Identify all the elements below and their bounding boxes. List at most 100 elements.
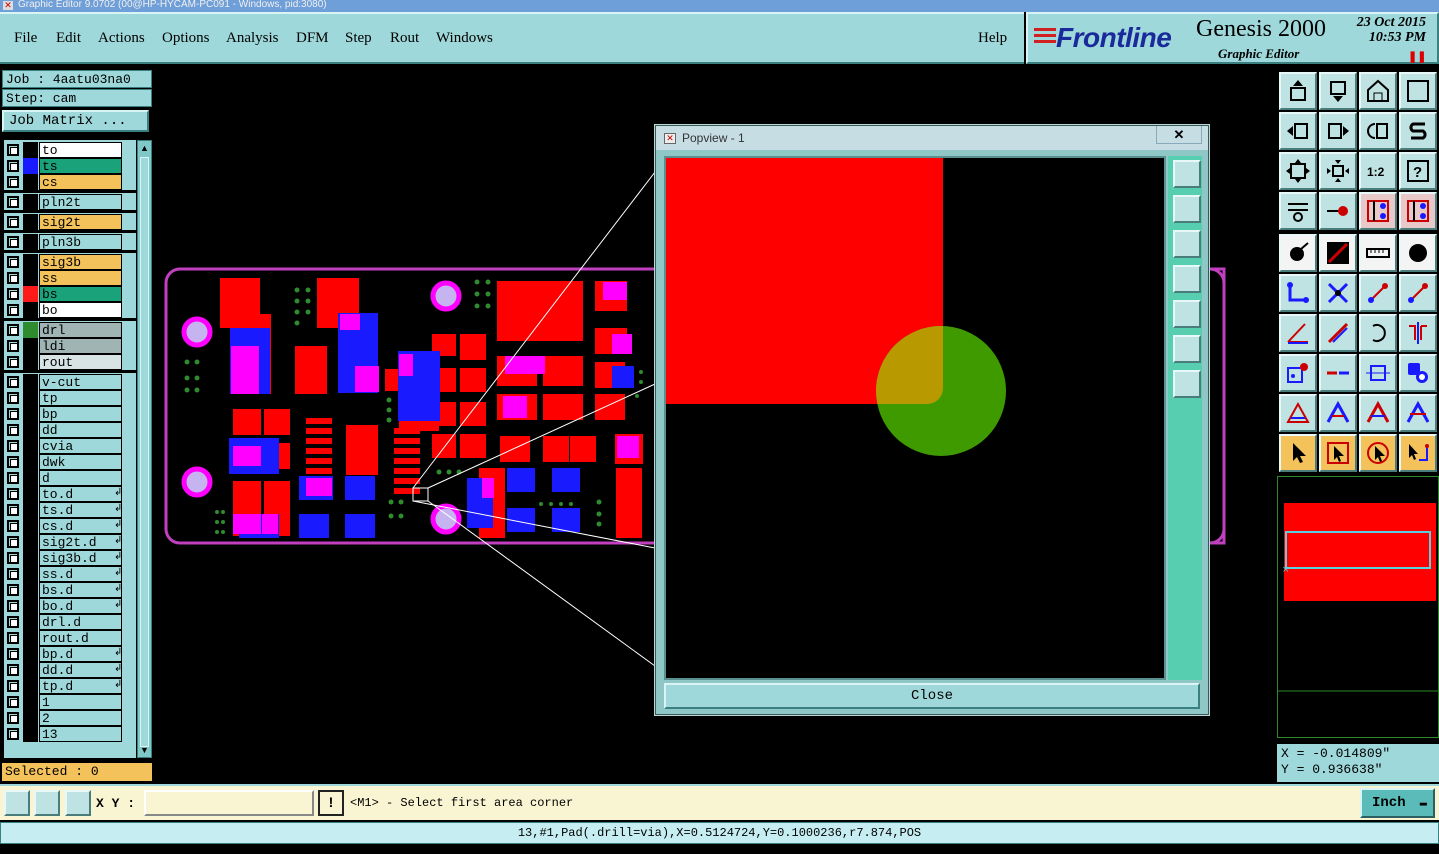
layer-name[interactable]: d: [39, 470, 122, 486]
layer-color-swatch[interactable]: [23, 302, 38, 318]
layer-color-swatch[interactable]: [23, 598, 38, 614]
copy-icon[interactable]: [1399, 354, 1437, 392]
layer-name[interactable]: drl: [39, 322, 122, 338]
layer-color-swatch[interactable]: [23, 438, 38, 454]
layer-color-swatch[interactable]: [23, 502, 38, 518]
layer-name[interactable]: 1: [39, 694, 122, 710]
layer-name[interactable]: cs: [39, 174, 122, 190]
layer-row-bo-d[interactable]: bo.d ↲: [4, 598, 136, 614]
layer-name[interactable]: ss: [39, 270, 122, 286]
slope-icon[interactable]: [1319, 314, 1357, 352]
layer-name[interactable]: bs: [39, 286, 122, 302]
layer-color-swatch[interactable]: [23, 390, 38, 406]
layer-row-cs-d[interactable]: cs.d ↲: [4, 518, 136, 534]
move-segment-icon[interactable]: [1399, 274, 1437, 312]
layer-name[interactable]: ts: [39, 158, 122, 174]
pause-icon[interactable]: ❚❚: [1408, 50, 1426, 63]
layer-row-ss[interactable]: ss: [4, 270, 136, 286]
pad-add-icon[interactable]: [1279, 234, 1317, 272]
layer-checkbox[interactable]: [7, 144, 19, 156]
area-select-icon[interactable]: [4, 790, 30, 816]
layer-checkbox[interactable]: [7, 216, 19, 228]
layer-name[interactable]: tp: [39, 390, 122, 406]
layer-checkbox[interactable]: [7, 632, 19, 644]
layer-scrollbar[interactable]: ▲ ▼: [137, 140, 152, 758]
layer-row-rout-d[interactable]: rout.d: [4, 630, 136, 646]
layer-row-ss-d[interactable]: ss.d ↲: [4, 566, 136, 582]
layer-name[interactable]: sig3b.d: [39, 550, 122, 566]
layer-color-swatch[interactable]: [23, 630, 38, 646]
layer-row-sig2t[interactable]: sig2t: [4, 214, 136, 230]
layer-name[interactable]: 13: [39, 726, 122, 742]
layer-row-1[interactable]: 1: [4, 694, 136, 710]
layer-row-tp-d[interactable]: tp.d ↲: [4, 678, 136, 694]
layer-name[interactable]: drl.d: [39, 614, 122, 630]
layer-row-bo[interactable]: bo: [4, 302, 136, 318]
layer-name[interactable]: ldi: [39, 338, 122, 354]
layer-name[interactable]: dwk: [39, 454, 122, 470]
layer-name[interactable]: bp.d: [39, 646, 122, 662]
layer-row-to[interactable]: to: [4, 142, 136, 158]
layer-checkbox[interactable]: [7, 552, 19, 564]
layer-row-bp-d[interactable]: bp.d ↲: [4, 646, 136, 662]
layer-color-swatch[interactable]: [23, 454, 38, 470]
layer-row-dwk[interactable]: dwk: [4, 454, 136, 470]
help-question-icon[interactable]: ?: [1399, 152, 1437, 190]
layer-checkbox[interactable]: [7, 272, 19, 284]
layer-row-13[interactable]: 13: [4, 726, 136, 742]
pan-up-icon[interactable]: [1279, 72, 1317, 110]
settings-icon[interactable]: [1279, 192, 1317, 230]
layer-color-swatch[interactable]: [23, 422, 38, 438]
layer-checkbox[interactable]: [7, 584, 19, 596]
layer-checkbox[interactable]: [7, 504, 19, 516]
select-net-icon[interactable]: [1399, 434, 1437, 472]
layer-row-sig3b-d[interactable]: sig3b.d ↲: [4, 550, 136, 566]
layer-row-bp[interactable]: bp: [4, 406, 136, 422]
layer-name[interactable]: pln2t: [39, 194, 122, 210]
layer-color-swatch[interactable]: [23, 582, 38, 598]
menu-actions[interactable]: Actions: [98, 30, 145, 47]
layer-checkbox[interactable]: [7, 196, 19, 208]
layer-row-2[interactable]: 2: [4, 710, 136, 726]
layer-checkbox[interactable]: [7, 472, 19, 484]
home-icon[interactable]: [1359, 72, 1397, 110]
layer-color-swatch[interactable]: [23, 470, 38, 486]
layer-checkbox[interactable]: [7, 408, 19, 420]
popview-pan-up-icon[interactable]: [1173, 195, 1201, 223]
layer-name[interactable]: bo.d: [39, 598, 122, 614]
layer-name[interactable]: dd: [39, 422, 122, 438]
popview-close-button[interactable]: Close: [664, 683, 1200, 709]
layer-row-pln3b[interactable]: pln3b: [4, 234, 136, 250]
menu-edit[interactable]: Edit: [56, 30, 81, 47]
layer-row-sig3b[interactable]: sig3b: [4, 254, 136, 270]
pad-snap-icon[interactable]: [1279, 354, 1317, 392]
layer-row-pln2t[interactable]: pln2t: [4, 194, 136, 210]
scroll-down-icon[interactable]: ▼: [139, 744, 150, 756]
layer-checkbox[interactable]: [7, 456, 19, 468]
layer-name[interactable]: ts.d: [39, 502, 122, 518]
layer-checkbox[interactable]: [7, 356, 19, 368]
layer-color-swatch[interactable]: [23, 286, 38, 302]
layer-color-swatch[interactable]: [23, 710, 38, 726]
layer-color-swatch[interactable]: [23, 726, 38, 742]
layer-checkbox[interactable]: [7, 256, 19, 268]
cross-cut-icon[interactable]: [1319, 274, 1357, 312]
unit-select[interactable]: Inch ▬: [1360, 788, 1435, 818]
layer-checkbox[interactable]: [7, 376, 19, 388]
layer-checkbox[interactable]: [7, 424, 19, 436]
layer-color-swatch[interactable]: [23, 174, 38, 190]
zoom-in-icon[interactable]: [1319, 152, 1357, 190]
net-connect-icon[interactable]: [1399, 192, 1437, 230]
layer-color-swatch[interactable]: [23, 322, 38, 338]
layer-color-swatch[interactable]: [23, 214, 38, 230]
select-pointer-icon[interactable]: [1279, 434, 1317, 472]
menu-help[interactable]: Help: [978, 30, 1007, 47]
popview-zoom-in-icon[interactable]: [1173, 335, 1201, 363]
measure-icon[interactable]: [1359, 234, 1397, 272]
layer-checkbox[interactable]: [7, 340, 19, 352]
redraw-icon[interactable]: [1359, 112, 1397, 150]
layer-row-drl-d[interactable]: drl.d: [4, 614, 136, 630]
select-circle-icon[interactable]: [1359, 434, 1397, 472]
route-connect-icon[interactable]: [1279, 274, 1317, 312]
probe-icon[interactable]: [1319, 192, 1357, 230]
